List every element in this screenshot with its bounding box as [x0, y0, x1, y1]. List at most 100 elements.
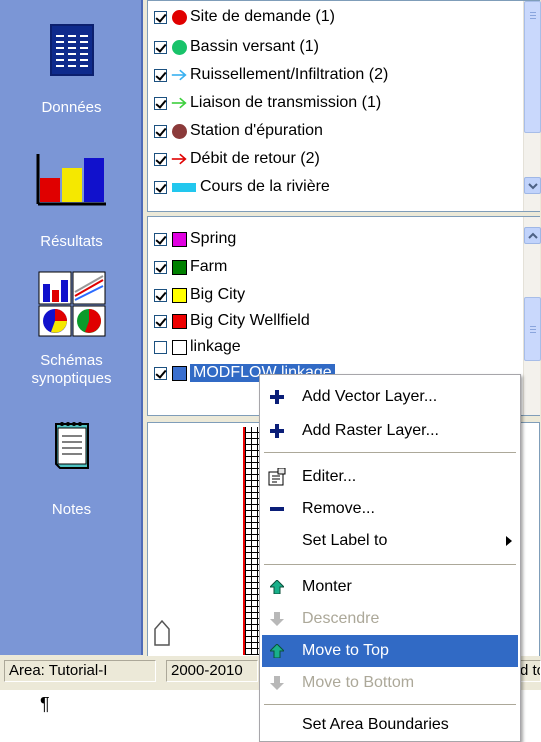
menu-item-remove[interactable]: Remove...	[262, 493, 518, 525]
menu-separator	[264, 564, 516, 565]
cyan-bar-icon	[171, 179, 197, 195]
lower-legend-scrollbar[interactable]	[523, 217, 541, 415]
submenu-arrow-icon	[506, 536, 512, 546]
visibility-checkbox[interactable]	[154, 68, 167, 82]
menu-item-label: Add Raster Layer...	[302, 422, 439, 439]
red-arrow-icon	[171, 151, 187, 167]
menu-item-label: Monter	[302, 578, 352, 595]
notes-view-button[interactable]	[0, 418, 143, 474]
legend-row[interactable]: Farm	[154, 255, 227, 279]
legend-row[interactable]: Big City Wellfield	[154, 309, 310, 333]
bar-chart-icon	[36, 154, 106, 206]
arrow-down-icon	[262, 676, 292, 690]
menu-item-set-label-to[interactable]: Set Label to	[262, 525, 518, 557]
zoom-slider-thumb-icon[interactable]	[152, 619, 172, 647]
scrollbar-thumb[interactable]	[524, 1, 541, 133]
menu-item-move-to-top[interactable]: Move to Top	[262, 635, 518, 667]
legend-row[interactable]: linkage	[154, 335, 241, 359]
arrow-down-icon	[262, 612, 292, 626]
menu-item-label: Add Vector Layer...	[302, 388, 438, 405]
magenta-square-icon	[171, 231, 187, 247]
visibility-checkbox[interactable]	[154, 232, 167, 246]
yellow-square-icon	[171, 287, 187, 303]
legend-label: Bassin versant (1)	[190, 38, 319, 55]
legend-label: Farm	[190, 258, 228, 275]
legend-row[interactable]: Débit de retour (2)	[154, 147, 320, 171]
legend-row[interactable]: Ruissellement/Infiltration (2)	[154, 63, 388, 87]
arrow-up-icon	[262, 644, 292, 658]
overviews-view-button[interactable]	[0, 270, 143, 338]
results-view-button[interactable]	[0, 150, 143, 210]
visibility-checkbox[interactable]	[154, 340, 167, 354]
scroll-up-button[interactable]	[524, 227, 541, 244]
plus-icon	[262, 424, 292, 438]
legend-row[interactable]: Cours de la rivière	[154, 175, 330, 199]
menu-item-label: Move to Bottom	[302, 674, 415, 691]
menu-item-add-vector-layer[interactable]: Add Vector Layer...	[262, 381, 518, 413]
legend-label: Spring	[190, 230, 237, 247]
green-square-icon	[171, 259, 187, 275]
brown-circle-icon	[171, 123, 187, 139]
menu-item-edit[interactable]: Editer...	[262, 461, 518, 493]
arrow-up-icon	[262, 580, 292, 594]
legend-label: Big City	[190, 286, 246, 303]
sidebar-item-label[interactable]: Données	[0, 98, 143, 118]
plus-icon	[262, 390, 292, 404]
visibility-checkbox[interactable]	[154, 96, 167, 110]
pilcrow-mark: ¶	[40, 694, 50, 714]
visibility-checkbox[interactable]	[154, 124, 167, 138]
scrollbar-thumb[interactable]	[524, 297, 541, 361]
visibility-checkbox[interactable]	[154, 152, 167, 166]
upper-legend-scrollbar[interactable]	[523, 1, 541, 211]
visibility-checkbox[interactable]	[154, 366, 167, 380]
legend-row[interactable]: Station d'épuration	[154, 119, 323, 143]
notepad-icon	[54, 422, 89, 469]
menu-item-move-up[interactable]: Monter	[262, 571, 518, 603]
legend-row[interactable]: Liaison de transmission (1)	[154, 91, 381, 115]
menu-item-label: Descendre	[302, 610, 380, 627]
blue-arrow-icon	[171, 67, 187, 83]
legend-row[interactable]: Bassin versant (1)	[154, 35, 319, 59]
sidebar-item-label[interactable]: Schémas synoptiques	[0, 352, 143, 388]
menu-item-label: Remove...	[302, 500, 375, 517]
minus-icon	[262, 506, 292, 512]
app-window: Données Résultats Schémas synoptiques No…	[0, 0, 541, 742]
sidebar-item-label[interactable]: Notes	[0, 500, 143, 520]
legend-row[interactable]: Site de demande (1)	[154, 5, 335, 29]
sidebar-item-label[interactable]: Résultats	[0, 232, 143, 252]
menu-item-move-to-bottom[interactable]: Move to Bottom	[262, 667, 518, 699]
visibility-checkbox[interactable]	[154, 180, 167, 194]
legend-row[interactable]: Big City	[154, 283, 245, 307]
chevron-down-icon	[527, 182, 538, 189]
visibility-checkbox[interactable]	[154, 260, 167, 274]
view-bar: Données Résultats Schémas synoptiques No…	[0, 0, 143, 655]
legend-label: Liaison de transmission (1)	[190, 94, 382, 111]
legend-label: linkage	[190, 338, 241, 355]
visibility-checkbox[interactable]	[154, 288, 167, 302]
data-view-button[interactable]	[0, 20, 143, 80]
blue-square-icon	[171, 365, 187, 381]
status-years: 2000-2010	[166, 660, 258, 682]
menu-item-add-raster-layer[interactable]: Add Raster Layer...	[262, 415, 518, 447]
visibility-checkbox[interactable]	[154, 40, 167, 54]
upper-legend-panel: Site de demande (1) Bassin versant (1) R…	[147, 0, 541, 212]
properties-icon	[262, 468, 292, 486]
status-area: Area: Tutorial-I	[4, 660, 156, 682]
red-square-icon	[171, 313, 187, 329]
chevron-up-icon	[527, 232, 538, 239]
visibility-checkbox[interactable]	[154, 10, 167, 24]
legend-row[interactable]: Spring	[154, 227, 236, 251]
menu-separator	[264, 704, 516, 705]
visibility-checkbox[interactable]	[154, 314, 167, 328]
legend-label: Site de demande (1)	[190, 8, 335, 25]
legend-label: Débit de retour (2)	[190, 150, 320, 167]
menu-item-set-area-boundaries[interactable]: Set Area Boundaries	[262, 709, 518, 741]
legend-label: Cours de la rivière	[200, 178, 330, 195]
layer-context-menu: Add Vector Layer... Add Raster Layer... …	[259, 374, 521, 742]
menu-item-label: Set Label to	[302, 532, 388, 549]
legend-label: Station d'épuration	[190, 122, 323, 139]
red-circle-icon	[171, 9, 187, 25]
scroll-down-button[interactable]	[524, 177, 541, 194]
data-table-icon	[49, 24, 94, 76]
menu-item-move-down[interactable]: Descendre	[262, 603, 518, 635]
